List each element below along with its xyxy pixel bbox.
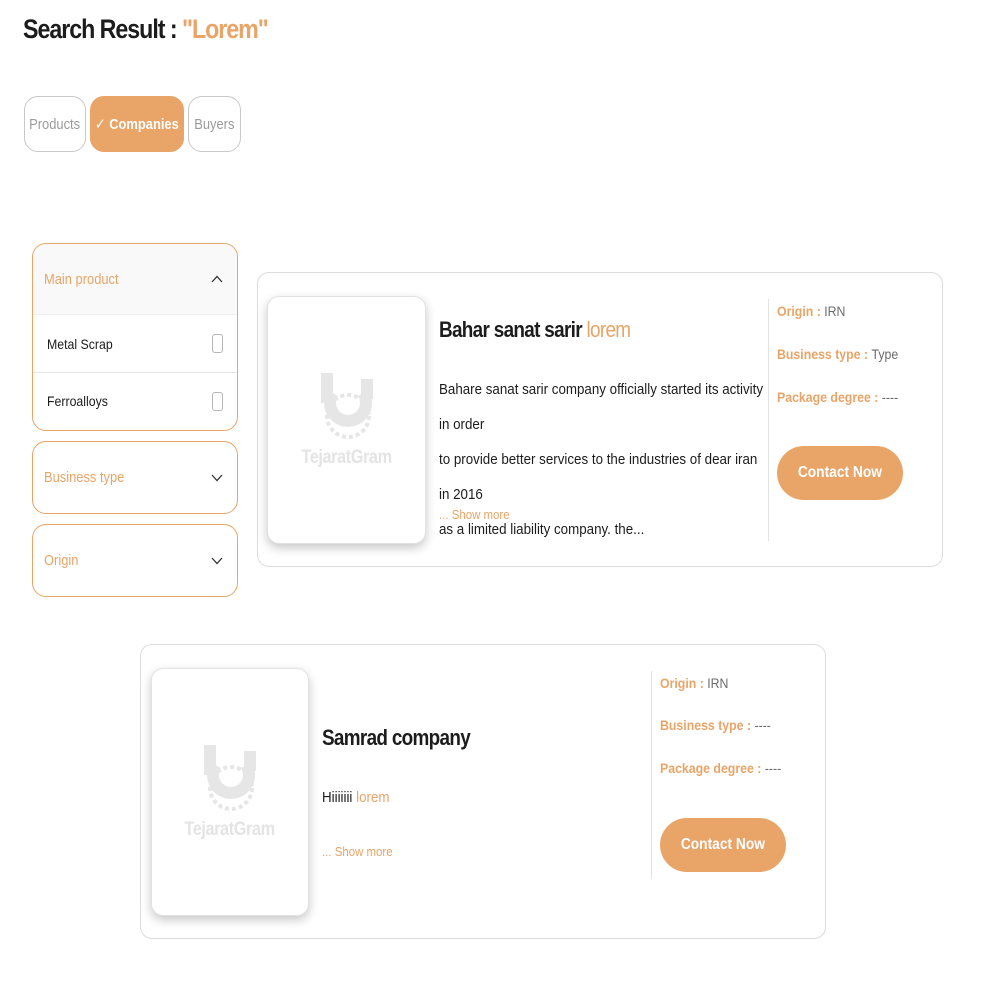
filter-label: Main product: [44, 270, 119, 288]
divider: [768, 299, 769, 541]
show-more-link[interactable]: ... Show more: [439, 507, 510, 522]
package-degree-field: Package degree : ----: [660, 760, 782, 776]
checkbox[interactable]: [212, 391, 223, 411]
filter-origin-header[interactable]: Origin: [33, 525, 237, 596]
business-type-field: Business type : ----: [660, 717, 771, 733]
description-highlight: lorem: [356, 789, 390, 806]
show-more-link[interactable]: ... Show more: [322, 844, 393, 859]
filter-label: Business type: [44, 469, 125, 486]
filter-main-product: Main product Metal Scrap Ferroalloys: [32, 243, 238, 431]
description-line: Bahare sanat sarir company officially st…: [439, 381, 764, 433]
filter-option-metal-scrap[interactable]: Metal Scrap: [33, 315, 237, 372]
filter-option-ferroalloys[interactable]: Ferroalloys: [33, 372, 237, 429]
description-line: to provide better services to the indust…: [439, 451, 758, 503]
tab-companies[interactable]: ✓ Companies: [90, 96, 184, 152]
contact-now-button[interactable]: Contact Now: [660, 818, 786, 872]
tab-products[interactable]: Products: [24, 96, 86, 152]
origin-field: Origin : IRN: [660, 675, 729, 691]
company-logo: TejaratGram: [151, 668, 309, 916]
logo-text: TejaratGram: [301, 447, 392, 468]
chevron-down-icon: [209, 470, 225, 486]
chevron-up-icon: [209, 271, 225, 287]
checkbox[interactable]: [212, 334, 223, 353]
origin-field: Origin : IRN: [777, 303, 846, 319]
tejaratgram-logo-icon: [204, 745, 256, 811]
search-query: "Lorem": [181, 14, 269, 44]
filter-option-label: Ferroalloys: [47, 393, 108, 409]
company-name[interactable]: Samrad company: [322, 725, 471, 751]
tejaratgram-logo-icon: [320, 373, 373, 439]
divider: [651, 671, 652, 879]
company-description: Hiiiiiii lorem: [322, 789, 390, 806]
page-title-prefix: Search Result :: [23, 14, 182, 44]
company-card: TejaratGram Samrad company Hiiiiiii lore…: [140, 644, 826, 939]
company-logo: TejaratGram: [267, 296, 426, 544]
filter-main-product-header[interactable]: Main product: [33, 244, 237, 315]
filter-origin: Origin: [32, 524, 238, 597]
company-name[interactable]: Bahar sanat sarir lorem: [439, 317, 631, 343]
package-degree-field: Package degree : ----: [777, 389, 899, 405]
company-card: TejaratGram Bahar sanat sarir lorem Baha…: [257, 272, 943, 567]
filter-business-type-header[interactable]: Business type: [33, 442, 237, 513]
contact-now-button[interactable]: Contact Now: [777, 446, 903, 500]
filter-label: Origin: [44, 552, 79, 569]
filter-option-label: Metal Scrap: [47, 335, 113, 352]
page-title: Search Result : "Lorem": [23, 14, 269, 45]
logo-text: TejaratGram: [184, 819, 276, 840]
business-type-field: Business type : Type: [777, 346, 899, 362]
filter-business-type: Business type: [32, 441, 238, 514]
chevron-down-icon: [209, 553, 225, 569]
name-highlight: lorem: [586, 317, 631, 342]
tab-buyers[interactable]: Buyers: [188, 96, 241, 152]
